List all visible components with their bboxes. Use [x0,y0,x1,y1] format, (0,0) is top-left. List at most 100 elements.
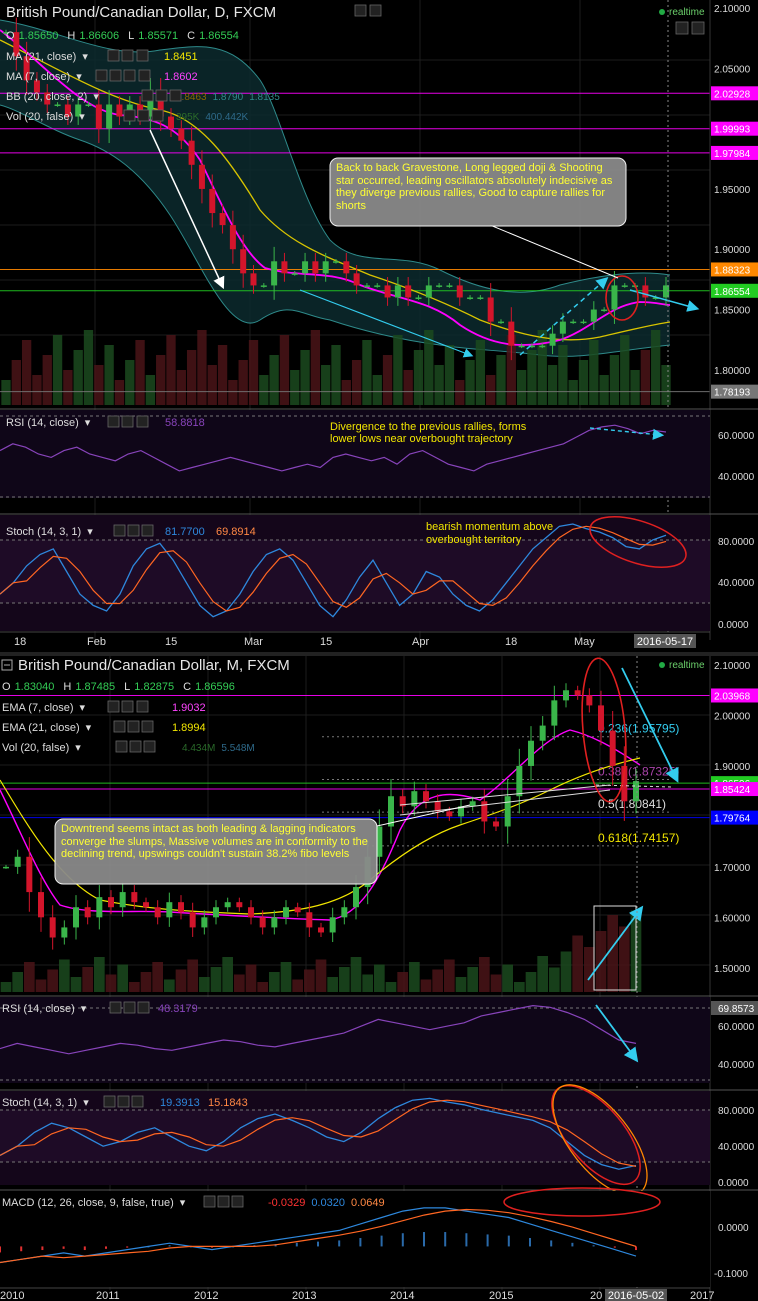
top-stoch-axis-0: 0.0000 [718,620,749,631]
bottom-stoch-axis-0: 0.0000 [718,1178,749,1189]
top-toolbar-btn-2[interactable] [691,21,705,35]
study-settings-icon[interactable] [107,49,120,62]
price-tick-label: 1.90000 [714,762,751,773]
study-settings-icon[interactable] [231,1195,244,1208]
volume-bar [304,969,315,992]
study-settings-icon[interactable] [113,524,126,537]
macd-hist-bar [295,1242,298,1247]
study-settings-icon[interactable] [137,1001,150,1014]
study-settings-icon[interactable] [136,49,149,62]
macd-hist-bar [20,1246,23,1252]
study-settings-icon[interactable] [117,1095,130,1108]
macd-hist-bar [613,1246,616,1248]
volume-bar [175,969,187,992]
study-settings-icon[interactable] [127,720,140,733]
study-settings-icon[interactable] [107,415,120,428]
study-settings-icon[interactable] [136,415,149,428]
candle-body [302,261,309,274]
bottom-ema21-value: 1.8994 [172,722,206,734]
candle-body [598,705,604,731]
top-stoch-axis-40: 40.0000 [718,578,755,589]
bottom-macd-label[interactable]: MACD (12, 26, close, 9, false, true) ▾ [2,1197,186,1209]
top-chart: Back to back Gravestone, Long legged doj… [0,0,758,648]
study-settings-icon[interactable] [121,700,134,713]
study-settings-icon[interactable] [121,415,134,428]
time-tick-label: 2010 [0,1290,24,1301]
bottom-stoch-label[interactable]: Stoch (14, 3, 1) ▾ [2,1097,89,1109]
bottom-study-ema21[interactable]: EMA (21, close) ▾ [2,722,92,734]
volume-bar [259,375,269,405]
top-study-ma21[interactable]: MA (21, close) ▾ [6,51,88,63]
study-settings-icon[interactable] [138,69,151,82]
study-settings-icon[interactable] [203,1195,216,1208]
study-settings-icon[interactable] [137,109,150,122]
study-settings-icon[interactable] [369,4,382,17]
bottom-volume-bars [0,910,642,992]
study-settings-icon[interactable] [141,524,154,537]
study-settings-icon[interactable] [103,1095,116,1108]
candle-body [446,285,453,287]
volume-bar [502,964,513,992]
macd-hist-bar [105,1246,107,1249]
macd-hist-bar [401,1233,404,1247]
study-settings-icon[interactable] [109,1001,122,1014]
volume-bar [83,330,94,405]
top-stoch-label[interactable]: Stoch (14, 3, 1) ▾ [6,526,93,538]
candle-body [54,104,61,106]
study-settings-icon[interactable] [136,700,149,713]
study-settings-icon[interactable] [123,109,136,122]
volume-bar [444,959,455,992]
study-settings-icon[interactable] [95,69,108,82]
candle-body [271,917,278,928]
study-settings-icon[interactable] [121,49,134,62]
study-settings-icon[interactable] [127,524,140,537]
study-settings-icon[interactable] [141,720,154,733]
volume-bar [176,370,186,405]
candle-body [106,104,113,129]
top-ma7-value: 1.8602 [164,71,198,83]
bottom-study-ema7[interactable]: EMA (7, close) ▾ [2,702,86,714]
macd-hist-bar [444,1232,447,1247]
macd-hist-bar [529,1238,531,1247]
top-annotation-text: Back to back Gravestone, Long legged doj… [336,162,613,212]
study-settings-icon[interactable] [169,89,182,102]
macd-hist-bar [41,1246,44,1251]
top-rsi-label[interactable]: RSI (14, close) ▾ [6,417,91,429]
study-settings-icon[interactable] [115,740,128,753]
study-settings-icon[interactable] [141,89,154,102]
time-tick-label: Mar [244,636,263,648]
top-toolbar-btn-1[interactable] [675,21,689,35]
volume-bar [199,977,210,992]
bottom-vol-values: 4.434M 5.548M [182,743,255,754]
top-bb-values: 1.8463 1.8790 1.8135 [176,92,280,103]
volume-bar [94,957,105,992]
candle-body [188,140,195,165]
volume-bar [486,375,496,405]
top-study-bb[interactable]: BB (20, close, 2) ▾ [6,91,99,103]
study-settings-icon[interactable] [155,89,168,102]
study-settings-icon[interactable] [107,700,120,713]
study-settings-icon[interactable] [113,720,126,733]
study-settings-icon[interactable] [123,69,136,82]
study-settings-icon[interactable] [109,69,122,82]
time-tick-label: Apr [412,636,429,648]
study-settings-icon[interactable] [217,1195,230,1208]
study-settings-icon[interactable] [354,4,367,17]
study-settings-icon[interactable] [131,1095,144,1108]
volume-bar [197,330,207,405]
bottom-macd-values: -0.0329 0.0320 0.0649 [268,1197,385,1209]
time-tick-label: 18 [505,636,517,648]
bottom-chart: 0.236(1.95795)0.382(1.87325)0.5(1.80841)… [0,656,758,1301]
candle-body [219,213,226,226]
candle-body [166,902,173,918]
candle-body [306,912,313,928]
study-settings-icon[interactable] [151,109,164,122]
volume-bar [578,360,589,405]
study-settings-icon[interactable] [123,1001,136,1014]
study-settings-icon[interactable] [129,740,142,753]
volume-bar [0,982,12,992]
study-settings-icon[interactable] [143,740,156,753]
bottom-study-vol[interactable]: Vol (20, false) ▾ [2,742,81,754]
candle-body [469,801,476,807]
bottom-rsi-label[interactable]: RSI (14, close) ▾ [2,1003,87,1015]
